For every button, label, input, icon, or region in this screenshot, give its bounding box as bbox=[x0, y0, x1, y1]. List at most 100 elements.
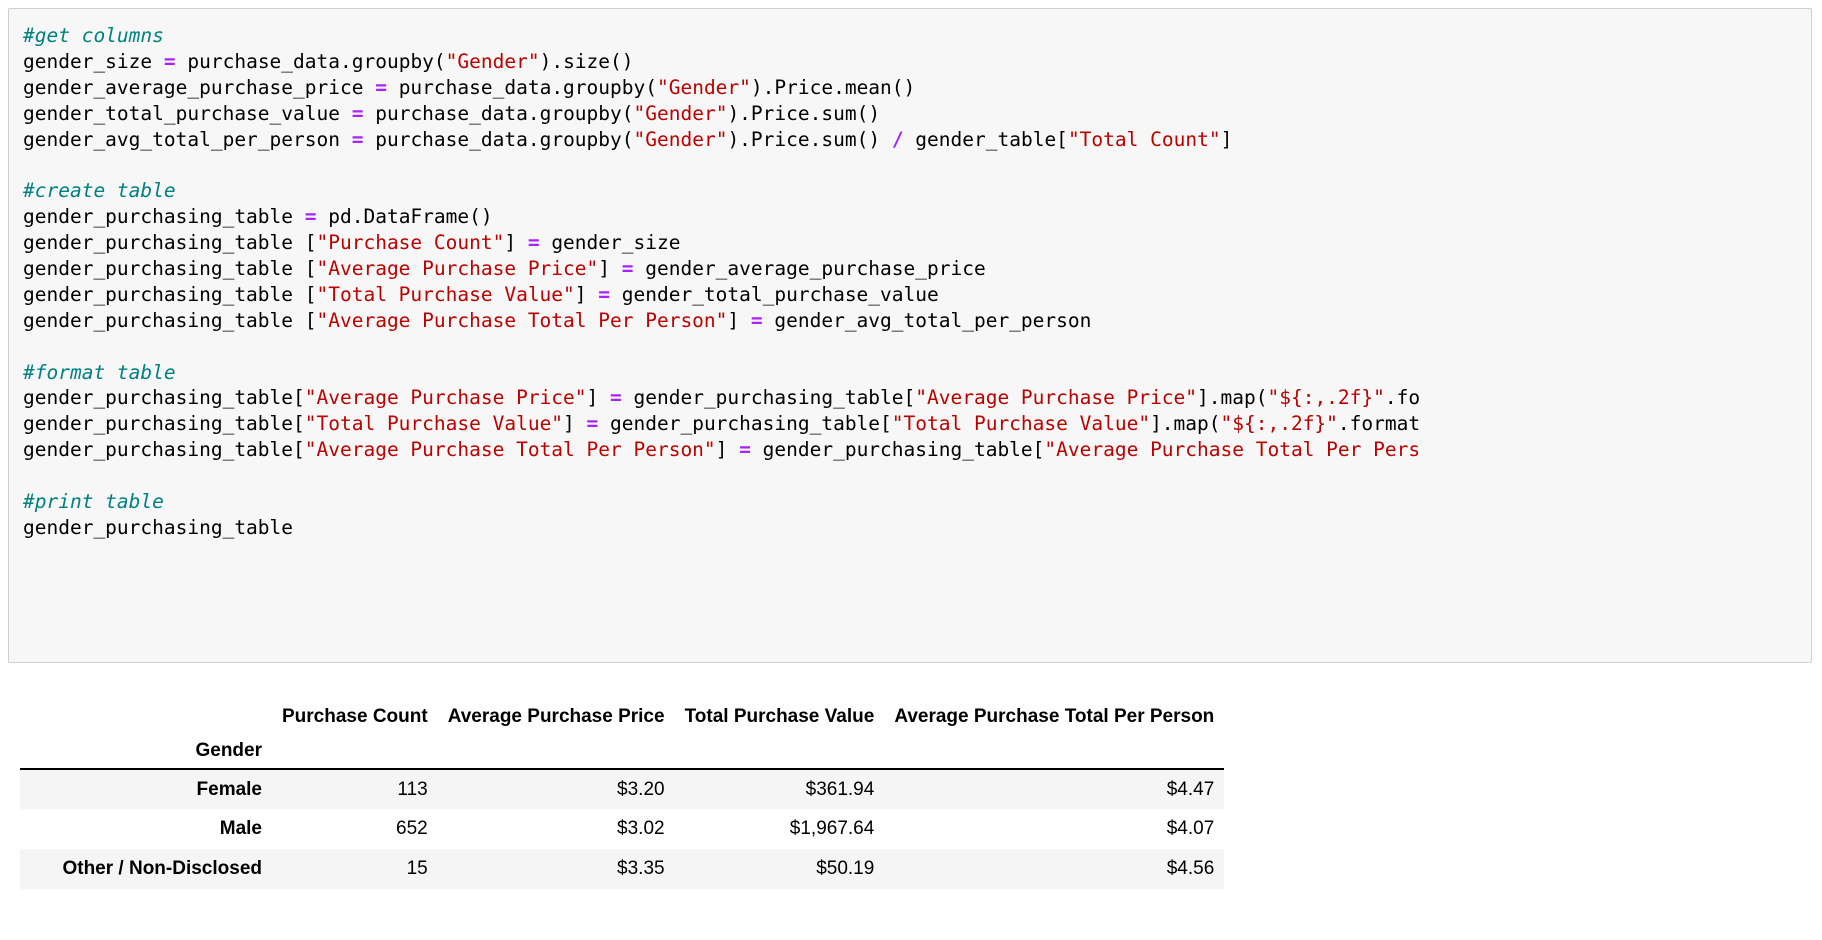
code-token-plain: .fo bbox=[1384, 386, 1421, 410]
code-token-plain: gender_total_purchase_value bbox=[610, 282, 939, 306]
code-token-plain: pd.DataFrame() bbox=[316, 205, 493, 229]
code-token-plain: ].map( bbox=[1150, 412, 1221, 436]
code-token-plain: gender_table[ bbox=[903, 127, 1068, 151]
table-cell: 652 bbox=[396, 818, 428, 839]
code-line: gender_total_purchase_value = purchase_d… bbox=[23, 101, 1811, 127]
code-line: gender_purchasing_table["Total Purchase … bbox=[23, 411, 1811, 437]
code-token-plain: gender_avg_total_per_person bbox=[762, 308, 1092, 332]
code-token-op: = bbox=[304, 205, 317, 229]
code-token-string: "${:,.2f}" bbox=[1220, 412, 1338, 436]
code-line: gender_purchasing_table ["Average Purcha… bbox=[23, 308, 1811, 334]
code-token-plain: ] bbox=[574, 282, 599, 306]
code-token-plain: purchase_data.groupby( bbox=[363, 101, 634, 125]
code-token-plain: .format bbox=[1337, 412, 1421, 436]
code-line: gender_purchasing_table["Average Purchas… bbox=[23, 385, 1811, 411]
code-token-plain: gender_purchasing_table[ bbox=[23, 412, 305, 436]
corner-cell bbox=[20, 700, 272, 734]
code-token-plain: gender_purchasing_table bbox=[23, 205, 305, 229]
code-token-plain: ).Price.sum() bbox=[727, 101, 881, 125]
column-header-average-purchase-total-per-person: Average Purchase Total Per Person bbox=[894, 706, 1215, 727]
code-token-plain: gender_purchasing_table[ bbox=[750, 438, 1045, 462]
table-row: Female 113 $3.20 $361.94 $4.47 bbox=[20, 769, 1225, 809]
code-token-string: "Average Purchase Total Per Person" bbox=[316, 308, 728, 332]
table-head: Purchase Count Average Purchase Price To… bbox=[20, 700, 1225, 770]
code-token-plain: gender_purchasing_table [ bbox=[23, 257, 317, 281]
code-token-op: = bbox=[375, 75, 387, 99]
code-token-plain: gender_avg_total_per_person bbox=[23, 127, 352, 151]
row-index-cell: Other / Non-Disclosed bbox=[62, 858, 262, 879]
index-row-spacer-3 bbox=[674, 734, 885, 770]
table-cell: $3.35 bbox=[617, 858, 665, 879]
code-token-string: "Average Purchase Price" bbox=[316, 257, 599, 281]
table-cell: $4.47 bbox=[1166, 778, 1215, 800]
code-token-plain: ] bbox=[586, 386, 611, 410]
index-row-spacer-2 bbox=[437, 734, 675, 770]
index-name-row: Gender bbox=[20, 734, 1225, 770]
code-token-plain: ] bbox=[1220, 127, 1233, 151]
table-cell: $1,967.64 bbox=[789, 818, 875, 839]
code-token-plain: gender_purchasing_table [ bbox=[23, 282, 317, 306]
code-source[interactable]: #get columns gender_size = purchase_data.… bbox=[9, 9, 1811, 541]
code-token-string: "Gender" bbox=[633, 101, 728, 125]
code-token-op: = bbox=[621, 257, 634, 281]
code-token-string: "Gender" bbox=[656, 75, 751, 99]
code-token-plain: gender_purchasing_table[ bbox=[598, 412, 892, 436]
code-token-string: "Purchase Count" bbox=[316, 231, 505, 255]
code-token-plain: gender_purchasing_table[ bbox=[621, 386, 916, 410]
code-line: gender_avg_total_per_person = purchase_d… bbox=[23, 127, 1811, 153]
code-token-string: "Total Purchase Value" bbox=[891, 412, 1151, 436]
code-token-op: = bbox=[586, 412, 599, 436]
code-token-string: "Total Purchase Value" bbox=[304, 412, 564, 436]
table-cell: $361.94 bbox=[805, 778, 875, 800]
column-header-row: Purchase Count Average Purchase Price To… bbox=[20, 700, 1224, 734]
code-token-plain: gender_purchasing_table [ bbox=[23, 231, 317, 255]
table-cell: $4.56 bbox=[1166, 858, 1215, 879]
code-token-plain: gender_purchasing_table [ bbox=[23, 308, 317, 332]
column-header-average-purchase-price: Average Purchase Price bbox=[447, 706, 665, 727]
code-token-plain: ] bbox=[563, 412, 587, 436]
code-comment-text: #get columns bbox=[23, 24, 164, 47]
table-cell: $50.19 bbox=[816, 858, 875, 879]
code-token-op: = bbox=[163, 49, 176, 73]
code-token-string: "Average Purchase Total Per Pers bbox=[1044, 438, 1421, 462]
table-body: Female 113 $3.20 $361.94 $4.47 Male 652 $3.02 $1… bbox=[20, 769, 1225, 889]
code-token-plain: ] bbox=[598, 257, 622, 281]
code-token-op: = bbox=[351, 127, 364, 151]
code-comment-line: #print table bbox=[23, 489, 1811, 515]
code-token-string: "Average Purchase Total Per Person" bbox=[304, 438, 716, 462]
code-comment-line: #format table bbox=[23, 360, 1811, 386]
code-token-op: = bbox=[351, 101, 364, 125]
code-token-string: "Total Count" bbox=[1067, 127, 1221, 151]
code-token-string: "Total Purchase Value" bbox=[316, 282, 575, 306]
code-token-op: = bbox=[598, 282, 611, 306]
code-token-plain: ).Price.sum() bbox=[727, 127, 892, 151]
code-token-plain: gender_average_purchase_price bbox=[633, 257, 986, 281]
row-index-cell: Male bbox=[219, 818, 262, 839]
code-line: gender_size = purchase_data.groupby("Gen… bbox=[23, 49, 1811, 75]
code-line: gender_purchasing_table = pd.DataFrame() bbox=[23, 204, 1811, 230]
code-line: gender_purchasing_table ["Purchase Count… bbox=[23, 230, 1811, 256]
index-row-spacer-4 bbox=[884, 734, 1225, 770]
code-token-plain: gender_purchasing_table[ bbox=[23, 386, 305, 410]
table-cell: $3.20 bbox=[617, 778, 665, 800]
table-cell: 15 bbox=[406, 858, 428, 879]
code-token-plain: ).Price.mean() bbox=[750, 75, 916, 99]
dataframe-output-table: Purchase Count Average Purchase Price To… bbox=[20, 700, 1225, 889]
code-token-string: "Gender" bbox=[633, 127, 728, 151]
table-cell: $4.07 bbox=[1166, 818, 1215, 839]
code-token-plain: purchase_data.groupby( bbox=[175, 49, 446, 73]
table-row: Other / Non-Disclosed 15 $3.35 $50.19 $4.56 bbox=[20, 849, 1225, 889]
code-token-plain: gender_purchasing_table bbox=[23, 515, 294, 539]
code-line: gender_purchasing_table ["Average Purcha… bbox=[23, 256, 1811, 282]
code-comment-text: #format table bbox=[23, 360, 176, 384]
index-row-spacer-1 bbox=[272, 734, 438, 770]
code-token-op: = bbox=[610, 386, 622, 410]
code-token-op: / bbox=[891, 127, 904, 151]
code-input-cell[interactable]: #get columns gender_size = purchase_data.… bbox=[8, 8, 1812, 663]
code-token-plain: ] bbox=[715, 438, 740, 462]
code-token-plain: ).size() bbox=[539, 49, 634, 73]
code-token-plain: gender_purchasing_table[ bbox=[23, 438, 305, 462]
table-row: Male 652 $3.02 $1,967.64 $4.07 bbox=[20, 809, 1225, 849]
